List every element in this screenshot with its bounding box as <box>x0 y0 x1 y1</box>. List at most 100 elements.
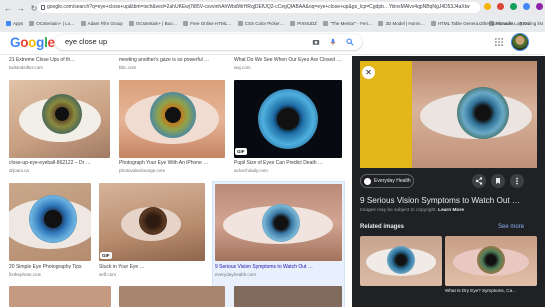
result-title[interactable]: Stuck in Your Eye … <box>99 264 205 270</box>
result-source: fixthephoto.com <box>9 272 42 277</box>
address-bar[interactable]: google.com/search?q=eye+close+up&tbm=isc… <box>38 2 480 13</box>
bookmarks-bar: Apps OCstentain+ | Lo… Adam Film Group O… <box>0 18 545 29</box>
result-source: bbc.com <box>119 65 137 70</box>
avatar[interactable] <box>511 33 529 51</box>
eye-iris <box>477 246 505 274</box>
search-box[interactable]: eye close up <box>55 34 362 50</box>
result-thumbnail[interactable] <box>234 286 342 307</box>
extension-icon[interactable] <box>523 3 530 10</box>
bookmark[interactable]: 3D Model | Horns… <box>378 21 425 26</box>
result-source: photovideolounge.com <box>119 168 166 173</box>
result-source: wsj.com <box>234 65 251 70</box>
result-title[interactable]: What Do We See When Our Eyes Are Closed … <box>234 57 344 63</box>
star-icon[interactable] <box>484 3 491 10</box>
result-source: twistedsifter.com <box>9 65 43 70</box>
result-title[interactable]: Pupil Size of Eyes Can Predict Death … <box>234 160 342 166</box>
share-icon[interactable] <box>472 174 486 188</box>
learn-more-link[interactable]: Learn More <box>438 208 464 213</box>
result-thumbnail[interactable] <box>9 183 91 261</box>
result-source: everydayhealth.com <box>215 272 257 277</box>
bookmark-icon <box>80 21 86 26</box>
eye-iris <box>262 204 300 242</box>
result-title[interactable]: 20 Simple Eye Photography Tips <box>9 264 91 270</box>
bookmark[interactable]: PIXNUDZ <box>290 21 317 26</box>
site-chip[interactable]: Everyday Health <box>360 174 414 188</box>
search-header: Google eye close up <box>0 32 545 55</box>
browser-chrome: ← → ↻ google.com/search?q=eye+close+up&t… <box>0 0 545 32</box>
extension-icon[interactable] <box>510 3 517 10</box>
logo-letter: G <box>10 35 21 50</box>
logo-letter: g <box>36 35 45 50</box>
eye-pupil <box>44 210 62 228</box>
result-thumbnail[interactable] <box>119 80 225 158</box>
bookmark[interactable]: Adam Film Group <box>80 21 123 26</box>
result-thumbnail[interactable] <box>9 80 110 158</box>
eye-pupil <box>165 107 181 123</box>
other-bookmarks[interactable]: Other bookmarks <box>479 18 514 29</box>
result-thumbnail[interactable] <box>234 80 342 158</box>
preview-title[interactable]: 9 Serious Vision Symptoms to Watch Out … <box>360 196 520 205</box>
bookmark[interactable]: OCstentain+ | Boo… <box>128 21 177 26</box>
bookmark[interactable]: HTML Table Genera… <box>430 21 483 26</box>
logo-letter: e <box>47 35 56 50</box>
url-text: google.com/search?q=eye+close+up&tbm=isc… <box>47 4 470 10</box>
search-input[interactable]: eye close up <box>65 34 107 50</box>
google-logo[interactable]: Google <box>10 35 55 50</box>
lock-icon[interactable] <box>41 5 45 10</box>
eye-iris <box>387 246 415 274</box>
eye-iris <box>139 207 167 235</box>
bookmark[interactable]: OCstentain+ | Lo… <box>29 21 75 26</box>
related-thumbnail[interactable] <box>360 236 442 286</box>
logo-letter: o <box>20 35 29 50</box>
reading-list[interactable]: Reading list <box>519 18 543 29</box>
logo-letter: o <box>28 35 37 50</box>
result-title[interactable]: 9 Serious Vision Symptoms to Watch Out … <box>215 264 342 270</box>
result-source: self.com <box>99 272 117 277</box>
bookmark-icon <box>237 21 243 26</box>
related-images-heading: Related images <box>360 224 405 230</box>
extension-icons <box>484 3 545 10</box>
see-more-link[interactable]: See more <box>498 224 524 230</box>
back-icon[interactable]: ← <box>3 4 13 14</box>
extension-icon[interactable] <box>497 3 504 10</box>
forward-icon[interactable]: → <box>16 4 26 14</box>
preview-image[interactable] <box>360 61 537 168</box>
bookmark[interactable]: Free Online HTML… <box>183 21 232 26</box>
result-thumbnail[interactable] <box>119 286 225 307</box>
result-title[interactable]: meeting another's gaze is so powerful … <box>119 57 227 63</box>
bookmark-icon <box>29 21 35 26</box>
eye-pupil <box>277 108 299 130</box>
bookmarks-right: Other bookmarks Reading list <box>479 18 543 29</box>
apps-icon <box>6 21 11 26</box>
bookmark-icon <box>128 21 134 26</box>
mic-icon[interactable] <box>329 38 337 46</box>
profile-icon[interactable] <box>536 3 543 10</box>
apps-grid-icon[interactable] <box>495 38 503 46</box>
copyright-notice: Images may be subject to copyright. Lear… <box>360 208 464 213</box>
bookmark-icon <box>430 21 436 26</box>
result-thumbnail[interactable] <box>99 183 205 261</box>
bookmark-icon <box>378 21 384 26</box>
result-thumbnail[interactable] <box>9 286 111 307</box>
result-source: drjoani.ca <box>9 168 29 173</box>
related-caption[interactable]: What Is Dry Eye? Symptoms, Ca… <box>445 288 537 293</box>
more-options-icon[interactable] <box>510 174 524 188</box>
bookmark[interactable]: CSS Color Picker… <box>237 21 284 26</box>
gif-badge: GIF <box>235 148 247 155</box>
result-thumbnail[interactable] <box>215 184 342 261</box>
bookmark-icon <box>322 21 328 26</box>
save-icon[interactable] <box>491 174 505 188</box>
image-results: 21 Extreme Close Ups of th… twistedsifte… <box>0 56 350 307</box>
search-icon[interactable] <box>346 38 354 46</box>
related-thumbnail[interactable] <box>445 236 537 286</box>
bookmark[interactable]: "The Mentor" - Feri… <box>322 21 372 26</box>
preview-panel: ✕ Everyday Health 9 Serious Vision Sympt… <box>352 56 545 307</box>
globe-icon <box>364 177 371 185</box>
result-title[interactable]: Photograph Your Eye With An iPhone … <box>119 160 225 166</box>
close-icon[interactable]: ✕ <box>362 66 375 79</box>
eye-pupil <box>55 107 69 121</box>
camera-icon[interactable] <box>312 38 320 46</box>
result-title[interactable]: 21 Extreme Close Ups of th… <box>9 57 109 63</box>
bookmark[interactable]: Apps <box>6 21 23 26</box>
result-title[interactable]: close-up-eye-eyeball-862122 – Dr … <box>9 160 110 166</box>
